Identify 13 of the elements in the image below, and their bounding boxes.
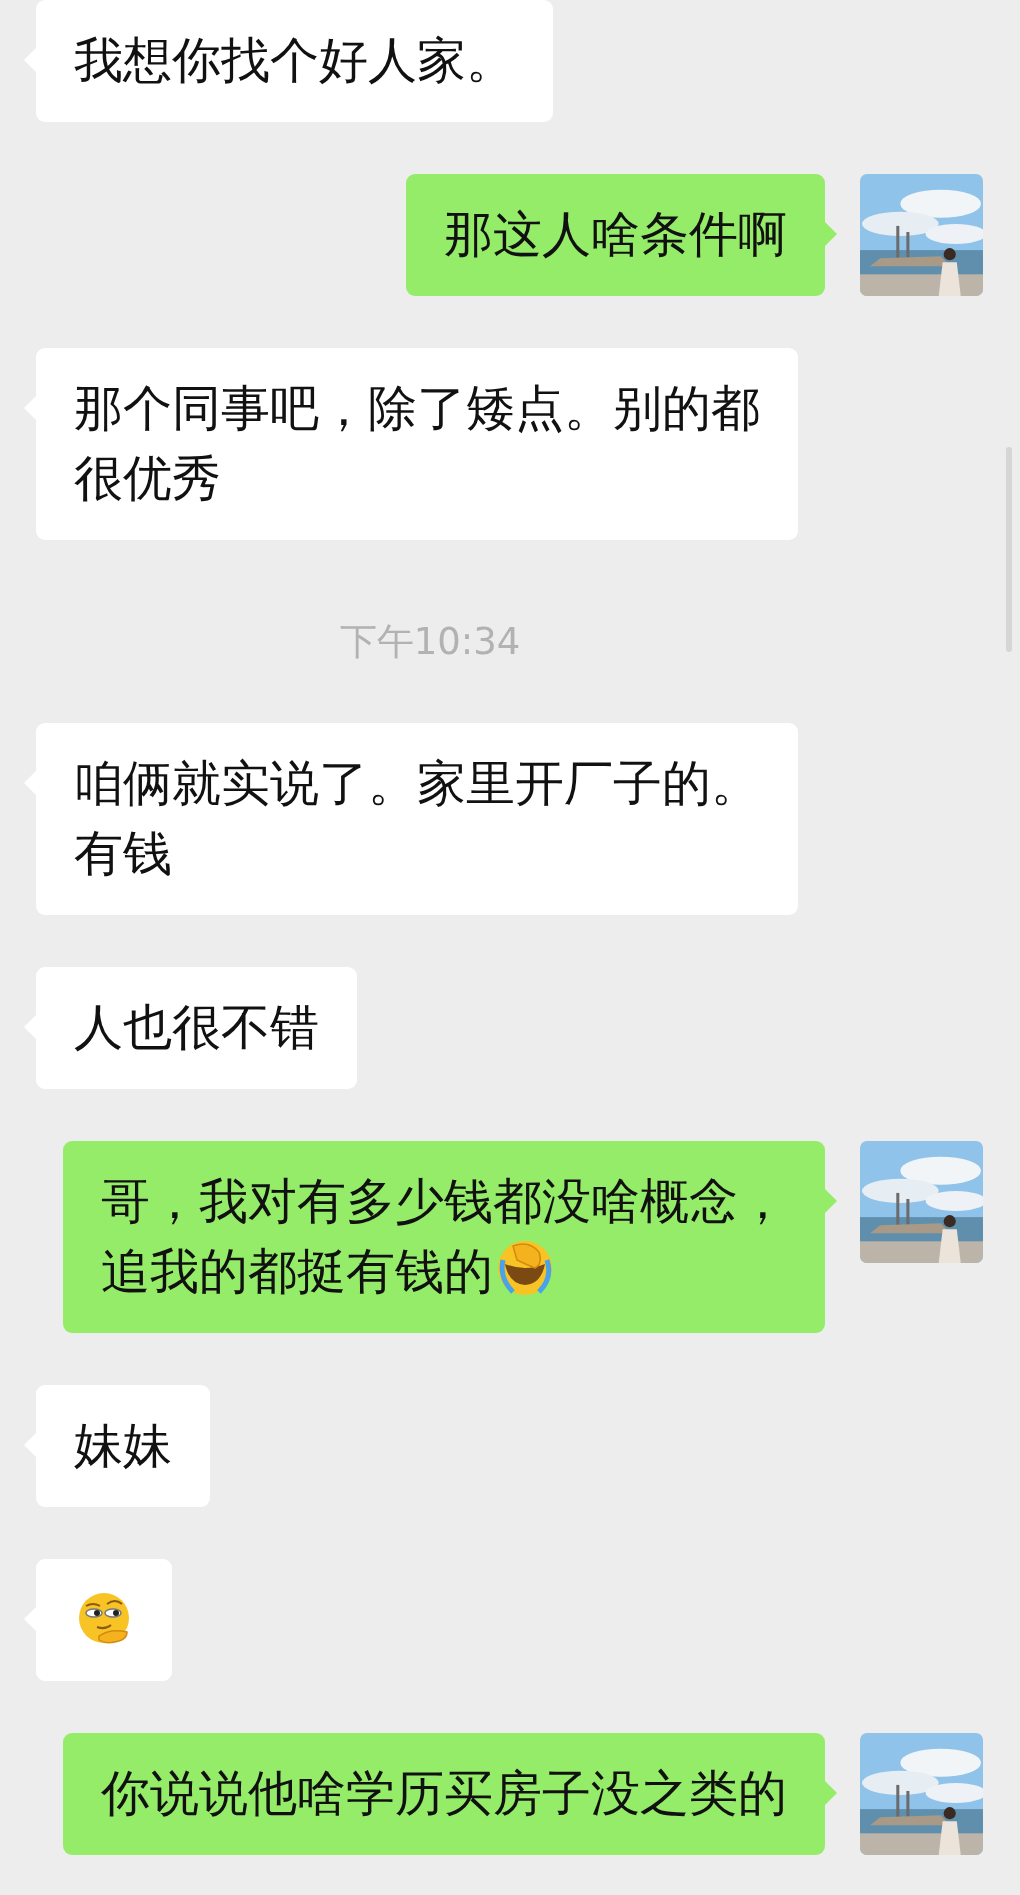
message-text: 妹妹	[74, 1417, 172, 1474]
message-text: 哥，我对有多少钱都没啥概念，	[101, 1173, 787, 1230]
message-text: 咱俩就实说了。家里开厂子的。	[74, 755, 760, 812]
message-text: 有钱	[74, 825, 172, 882]
message-text: 我想你找个好人家。	[74, 32, 515, 89]
message-text: 追我的都挺有钱的	[101, 1243, 493, 1300]
message-text: 很优秀	[74, 450, 221, 507]
timestamp: 下午10:34	[339, 620, 521, 664]
message-text: 那个同事吧，除了矮点。别的都	[74, 380, 760, 437]
laughing-facepalm-emoji-icon	[495, 1238, 555, 1298]
message-text: 你说说他啥学历买房子没之类的	[101, 1765, 787, 1822]
message-text: 那这人啥条件啊	[444, 206, 787, 263]
message-text: 人也很不错	[74, 999, 319, 1056]
